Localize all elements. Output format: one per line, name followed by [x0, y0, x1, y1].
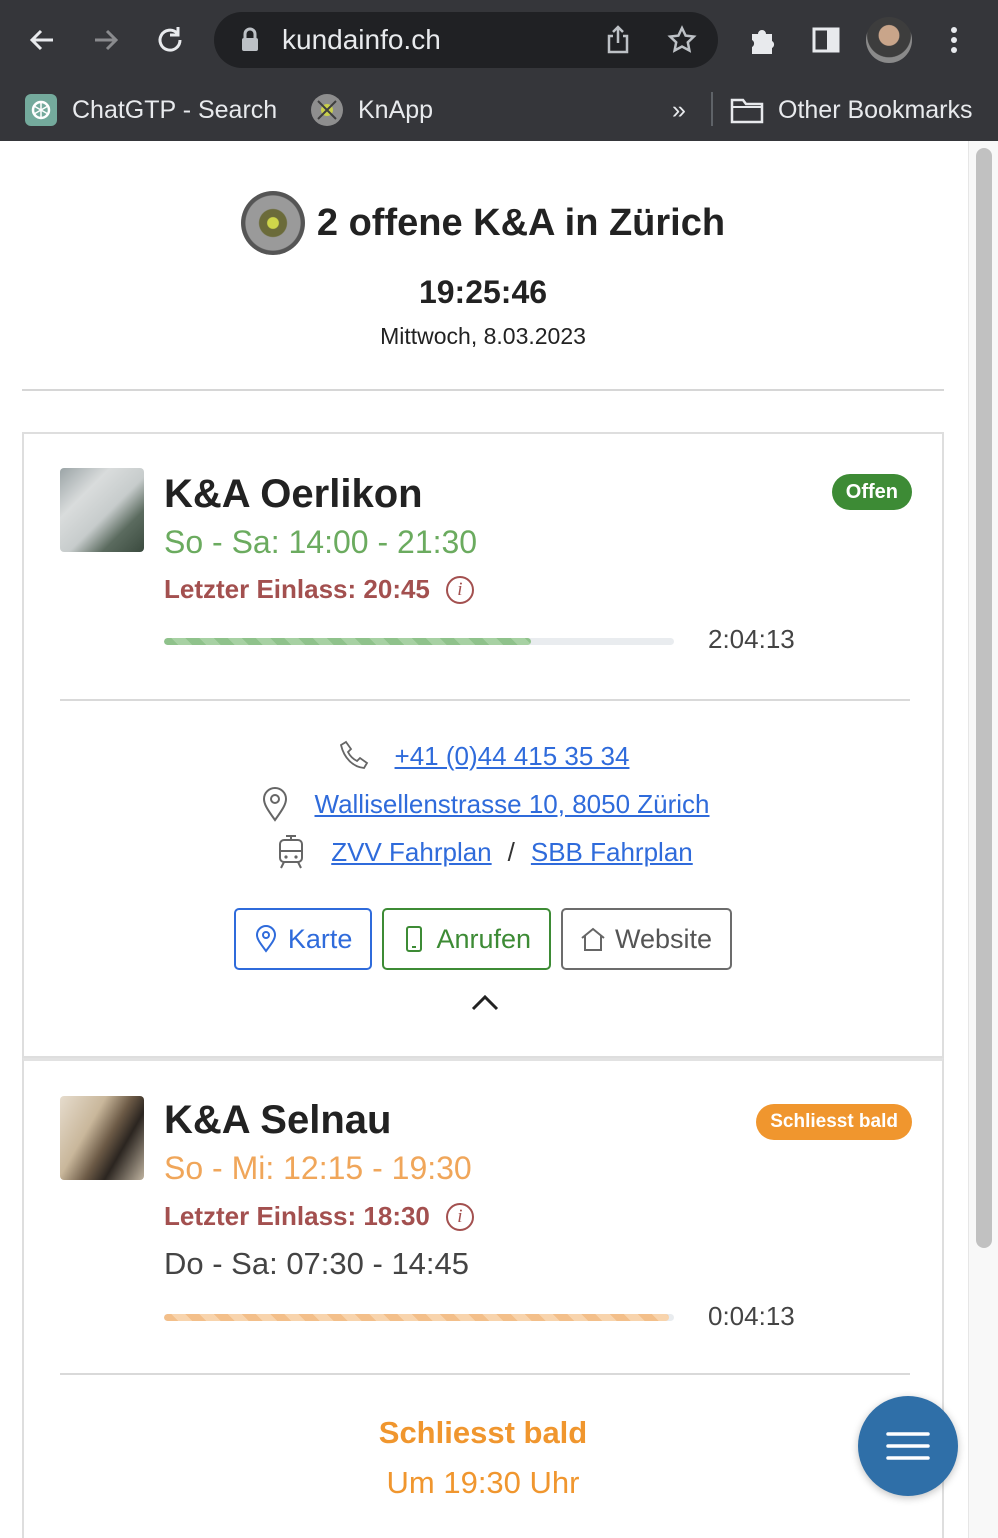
call-button-label: Anrufen: [436, 923, 532, 954]
phone-link[interactable]: +41 (0)44 415 35 34: [395, 741, 630, 772]
action-buttons: Karte Anrufen Website: [24, 908, 942, 970]
countdown: 0:04:13: [708, 1301, 795, 1331]
folder-icon: [730, 93, 764, 127]
map-pin-icon: [252, 925, 280, 953]
browser-toolbar: kundainfo.ch: [0, 0, 998, 80]
scrollbar-thumb[interactable]: [976, 148, 992, 1248]
bookmark-label: KnApp: [358, 95, 434, 124]
last-entry-label: Letzter Einlass: 18:30: [164, 1201, 430, 1231]
side-panel-icon[interactable]: [806, 20, 846, 60]
opening-hours: So - Sa: 14:00 - 21:30: [164, 524, 478, 560]
extra-opening-hours: Do - Sa: 07:30 - 14:45: [164, 1246, 470, 1281]
bookmark-star-icon[interactable]: [666, 24, 698, 56]
mobile-phone-icon: [400, 925, 428, 953]
last-entry: Letzter Einlass: 18:30 i: [164, 1201, 474, 1232]
lock-icon[interactable]: [234, 24, 266, 56]
map-button[interactable]: Karte: [233, 908, 373, 970]
bookmarks-bar: ChatGTP - Search KnApp » Other Bookmarks: [0, 80, 998, 140]
bookmarks-overflow-button[interactable]: »: [672, 88, 686, 132]
tram-icon: [273, 834, 309, 870]
transit-row: ZVV Fahrplan / SBB Fahrplan: [24, 834, 942, 870]
last-entry-label: Letzter Einlass: 20:45: [164, 574, 430, 604]
location-name: K&A Selnau: [164, 1098, 392, 1142]
map-button-label: Karte: [287, 923, 353, 954]
location-card-selnau: K&A Selnau Schliesst bald So - Mi: 12:15…: [22, 1058, 944, 1538]
back-arrow-icon: [29, 29, 53, 51]
zvv-link[interactable]: ZVV Fahrplan: [331, 837, 491, 868]
location-photo: [60, 1096, 144, 1180]
back-button[interactable]: [20, 18, 64, 62]
current-date: Mittwoch, 8.03.2023: [380, 323, 586, 349]
address-row: Wallisellenstrasse 10, 8050 Zürich: [24, 786, 942, 822]
address-bar[interactable]: kundainfo.ch: [214, 12, 718, 68]
hamburger-menu-icon: [886, 1432, 930, 1460]
sbb-link[interactable]: SBB Fahrplan: [531, 837, 693, 868]
phone-row: +41 (0)44 415 35 34: [24, 738, 942, 774]
home-icon: [579, 925, 607, 953]
info-icon[interactable]: i: [445, 1202, 474, 1231]
location-name: K&A Oerlikon: [164, 472, 423, 516]
call-button[interactable]: Anrufen: [382, 908, 552, 970]
kebab-menu-icon[interactable]: [934, 20, 974, 60]
link-separator: /: [507, 836, 515, 867]
location-card-oerlikon: K&A Oerlikon Offen So - Sa: 14:00 - 21:3…: [22, 432, 944, 1058]
reload-icon: [158, 27, 182, 52]
location-photo: [60, 468, 144, 552]
other-bookmarks[interactable]: Other Bookmarks: [730, 88, 973, 132]
extensions-puzzle-icon[interactable]: [742, 20, 782, 60]
address-link[interactable]: Wallisellenstrasse 10, 8050 Zürich: [315, 789, 710, 820]
share-icon[interactable]: [602, 24, 634, 56]
status-badge: Offen: [831, 474, 912, 510]
progress-fill: [164, 638, 532, 645]
page-title: 2 offene K&A in Zürich: [316, 201, 726, 244]
bookmark-chatgtp[interactable]: ChatGTP - Search: [24, 88, 277, 132]
closing-notice-time: Um 19:30 Uhr: [386, 1465, 580, 1500]
divider: [60, 1373, 910, 1375]
browser-chrome: kundainfo.ch ChatGTP - Search KnApp » Ot…: [0, 0, 998, 141]
bookmark-label: ChatGTP - Search: [72, 95, 278, 124]
openai-icon: [24, 93, 58, 127]
phone-icon: [337, 738, 373, 774]
status-badge: Schliesst bald: [756, 1104, 912, 1140]
chevron-double-right-icon: »: [672, 95, 686, 124]
title-row: 2 offene K&A in Zürich: [0, 191, 966, 255]
opening-hours: So - Mi: 12:15 - 19:30: [164, 1150, 472, 1186]
knapp-favicon: [310, 93, 344, 127]
website-button-label: Website: [615, 923, 713, 954]
website-button[interactable]: Website: [561, 908, 733, 970]
countdown: 2:04:13: [708, 624, 795, 654]
collapse-chevron-up-icon[interactable]: [468, 990, 502, 1014]
other-bookmarks-label: Other Bookmarks: [778, 95, 973, 124]
info-icon[interactable]: i: [445, 575, 474, 604]
last-entry: Letzter Einlass: 20:45 i: [164, 574, 474, 605]
url-text[interactable]: kundainfo.ch: [282, 24, 441, 56]
time-remaining-bar: [164, 1314, 674, 1321]
bookmark-knapp[interactable]: KnApp: [310, 88, 433, 132]
current-time: 19:25:46: [418, 274, 548, 310]
site-logo: [240, 191, 305, 255]
menu-fab-button[interactable]: [858, 1396, 958, 1496]
time-remaining-bar: [164, 638, 674, 645]
progress-fill: [164, 1314, 669, 1321]
forward-button[interactable]: [84, 18, 128, 62]
map-pin-icon: [257, 786, 293, 822]
closing-notice-title: Schliesst bald: [378, 1415, 588, 1450]
forward-arrow-icon: [95, 29, 119, 51]
bookmark-separator: [711, 92, 713, 126]
reload-button[interactable]: [148, 18, 192, 62]
divider: [60, 699, 910, 701]
divider: [22, 389, 944, 391]
profile-avatar[interactable]: [866, 17, 912, 63]
